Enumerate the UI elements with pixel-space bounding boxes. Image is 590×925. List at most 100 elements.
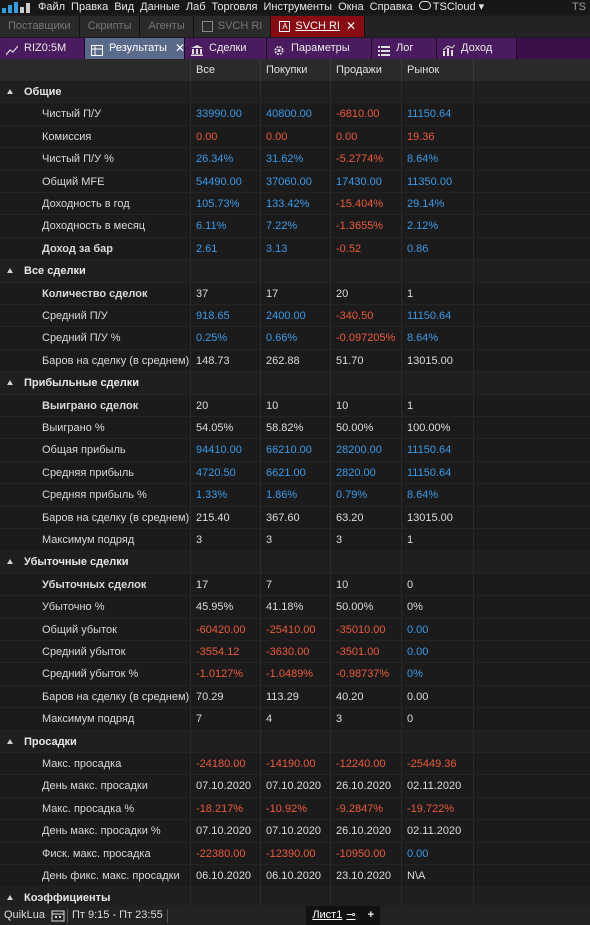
value-cell: 4 (260, 708, 330, 730)
menu-item[interactable]: Вид (114, 0, 134, 14)
menu-item[interactable]: Данные (140, 0, 180, 14)
value-cell: 17430.00 (330, 170, 401, 192)
section-row[interactable]: Просадки (0, 730, 590, 753)
value-cell: 58.82% (260, 417, 330, 439)
value-cell: 1 (401, 394, 473, 416)
value-cell: 2.61 (190, 237, 260, 260)
menu-item[interactable]: Лаб (186, 0, 206, 14)
value-cell: 148.73 (190, 349, 260, 372)
value-cell: -15.404% (330, 193, 401, 215)
document-tab[interactable]: SVCH RI (193, 16, 272, 37)
tab-bank[interactable]: Сделки (185, 38, 267, 59)
tab-gear[interactable]: Параметры (267, 38, 372, 59)
header-all[interactable]: Все (190, 59, 260, 81)
row-label: Убыточных сделок (42, 578, 147, 591)
value-cell: 40.20 (330, 685, 401, 708)
menu-item[interactable]: Торговля (212, 0, 258, 14)
document-tab[interactable]: Агенты (140, 16, 194, 37)
close-icon[interactable]: ✕ (346, 16, 356, 37)
value-cell: 1 (401, 282, 473, 304)
table-row: Баров на сделку (в среднем) 148.73 262.88 5… (0, 349, 590, 373)
value-cell: 13015.00 (401, 349, 473, 372)
value-cell: N\A (401, 865, 473, 887)
header-sells[interactable]: Продажи (330, 59, 401, 81)
row-label: Доходность в год (42, 198, 130, 210)
chart-icon (5, 43, 19, 56)
value-cell: 133.42% (260, 193, 330, 215)
empty-cell (473, 237, 590, 260)
table-row: Доходность в месяц 6.11% 7.22% -1.3655% 2.12… (0, 215, 590, 238)
section-row[interactable]: Прибыльные сделки (0, 372, 590, 395)
document-tab[interactable]: Поставщики (0, 16, 80, 37)
value-cell: 0.00 (401, 641, 473, 663)
section-row[interactable]: Общие (0, 81, 590, 104)
value-cell: 31.62% (260, 148, 330, 170)
empty-cell (473, 753, 590, 775)
tab-chart[interactable]: RIZ0:5M (0, 38, 85, 59)
empty-cell (260, 81, 330, 103)
table-row: Средняя прибыль 4720.50 6621.00 2820.00 1115… (0, 461, 590, 485)
strategy-a-icon: A (279, 21, 291, 32)
sheet-tab[interactable]: Лист1 ⊸ (306, 906, 362, 925)
row-label: Средний П/У (42, 310, 108, 322)
value-cell: -24180.00 (190, 753, 260, 775)
table-row: Убыточных сделок 17 7 10 0 (0, 573, 590, 597)
value-cell: 02.11.2020 (401, 775, 473, 797)
section-row[interactable]: Все сделки (0, 260, 590, 283)
empty-cell (401, 372, 473, 394)
value-cell: 8.64% (401, 148, 473, 170)
table-row: Количество сделок 37 17 20 1 (0, 282, 590, 305)
section-label: Все сделки (24, 265, 86, 278)
menu-item[interactable]: Правка (71, 0, 108, 14)
add-sheet-button[interactable]: + (361, 906, 380, 925)
value-cell: 07.10.2020 (190, 775, 260, 797)
document-tab[interactable]: A SVCH RI ✕ (271, 16, 366, 37)
menu-item[interactable]: Окна (338, 0, 364, 14)
value-cell: 63.20 (330, 506, 401, 528)
menu-item[interactable]: Инструменты (263, 0, 332, 14)
empty-cell (473, 685, 590, 708)
header-market[interactable]: Рынок (401, 59, 473, 81)
menu-item[interactable]: Файл (38, 0, 65, 14)
value-cell: 28200.00 (330, 439, 401, 461)
close-icon[interactable]: ✕ (175, 38, 185, 59)
header-buys[interactable]: Покупки (260, 59, 330, 81)
row-label: Максимум подряд (42, 534, 135, 546)
value-cell: -3630.00 (260, 641, 330, 663)
empty-cell (473, 484, 590, 506)
document-tab[interactable]: Скрипты (79, 16, 141, 37)
tscloud-menu[interactable]: TSCloud ▾ (418, 0, 484, 14)
table-row: Баров на сделку (в среднем) 215.40 367.60 6… (0, 506, 590, 529)
row-label: Макс. просадка % (42, 802, 135, 815)
value-cell: -3501.00 (330, 641, 401, 663)
menu-item[interactable]: Справка (370, 0, 413, 14)
table-row: Доходность в год 105.73% 133.42% -15.404% 29… (0, 193, 590, 216)
tab-chart-bars[interactable]: Доход (437, 38, 517, 59)
row-label: Комиссия (42, 130, 92, 143)
row-label: Средний П/У % (42, 332, 121, 345)
table-row: Выиграно сделок 20 10 10 1 (0, 394, 590, 417)
table-row: Фиск. макс. просадка -22380.00 -12390.00 -1… (0, 842, 590, 865)
calendar-icon[interactable] (49, 906, 67, 925)
value-cell: 0.00 (401, 618, 473, 640)
tab-list[interactable]: Лог (372, 38, 437, 59)
table-row: Средний П/У % 0.25% 0.66% -0.097205% 8.64% (0, 327, 590, 350)
value-cell: 45.95% (190, 596, 260, 618)
value-cell: 33990.00 (190, 103, 260, 125)
empty-cell (473, 797, 590, 820)
tab-table[interactable]: Результаты ✕ (85, 38, 185, 59)
empty-cell (473, 730, 590, 752)
value-cell: 26.34% (190, 148, 260, 170)
status-bar: QuikLua Пт 9:15 - Пт 23:55 Лист1 ⊸ + (0, 906, 590, 925)
bank-icon (191, 43, 203, 56)
empty-cell (473, 439, 590, 461)
value-cell: 1.86% (260, 484, 330, 506)
strategy-tabs: RIZ0:5M Результаты ✕ Сделки Параметры Лог Дохо… (0, 38, 590, 59)
table-icon (91, 43, 103, 56)
row-label: Доход за бар (42, 242, 114, 255)
empty-cell (473, 394, 590, 416)
empty-cell (473, 215, 590, 237)
section-label: Убыточные сделки (24, 556, 129, 569)
section-row[interactable]: Убыточные сделки (0, 551, 590, 574)
empty-cell (473, 708, 590, 730)
